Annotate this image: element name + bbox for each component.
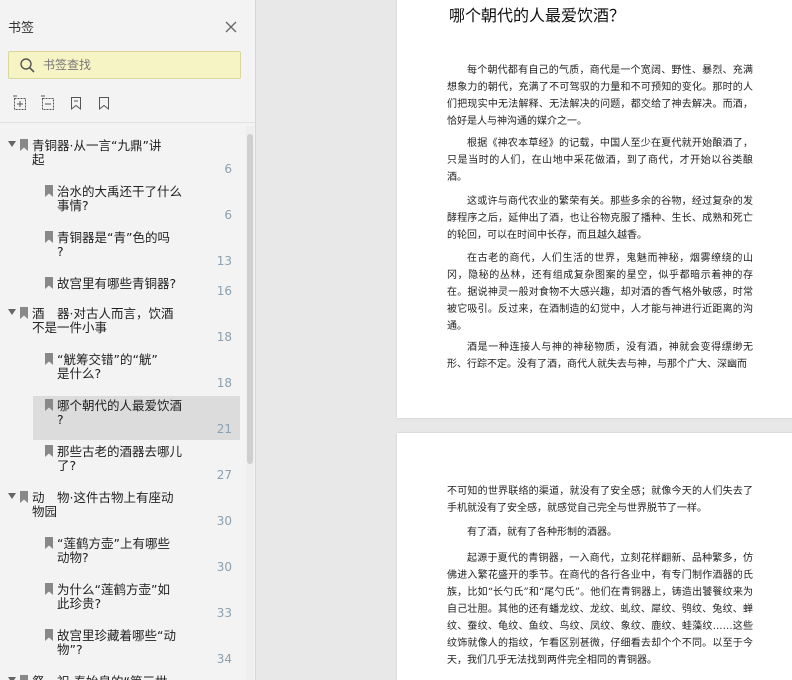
bookmark-item[interactable]: “莲鹤方壶”上有哪些 动物? 30 bbox=[0, 534, 240, 578]
bookmark-item[interactable]: 青铜器是“青”色的吗 ? 13 bbox=[0, 228, 240, 272]
bookmark-item[interactable]: 治水的大禹还干了什么 事情? 6 bbox=[0, 182, 240, 226]
toolbar-divider bbox=[0, 122, 255, 123]
paragraph: 酒是一种连接人与神的神秘物质，没有酒，神就会变得缥缈无形、行踪不定。没有了酒，商… bbox=[447, 342, 753, 370]
paragraph: 有了酒，就有了各种形制的酒器。 bbox=[467, 527, 617, 538]
bookmark-scrollbar[interactable] bbox=[246, 126, 254, 680]
bookmark-item[interactable]: “觥筹交错”的“觥” 是什么? 18 bbox=[0, 350, 240, 394]
bookmark-title: 那些古老的酒器去哪儿 了? bbox=[57, 444, 183, 473]
bookmark-chapter[interactable]: 酒 器·对古人而言，饮酒 不是一件小事 18 bbox=[0, 304, 240, 348]
scrollbar-thumb[interactable] bbox=[247, 134, 253, 464]
bookmark-page-number: 30 bbox=[216, 560, 232, 574]
bookmark-chapter[interactable]: 青铜器·从一言“九鼎”讲 起 6 bbox=[0, 136, 240, 180]
document-viewer[interactable]: 哪个朝代的人最爱饮酒？ 每个朝代都有自己的气质，商代是一个宽阔、野性、暴烈、充满… bbox=[256, 0, 792, 680]
panel-title: 书签 bbox=[8, 21, 35, 36]
bookmark-search-box[interactable] bbox=[8, 51, 241, 79]
bookmark-flag-icon bbox=[45, 353, 53, 365]
bookmark-item[interactable]: 那些古老的酒器去哪儿 了? 27 bbox=[0, 442, 240, 486]
bookmark-page-number: 21 bbox=[216, 422, 232, 436]
bookmark-flag-icon bbox=[20, 307, 28, 319]
bookmark-remove-icon[interactable] bbox=[96, 95, 112, 111]
bookmark-title: 酒 器·对古人而言，饮酒 不是一件小事 bbox=[32, 306, 174, 335]
chapter-heading: 哪个朝代的人最爱饮酒？ bbox=[449, 6, 626, 25]
search-icon bbox=[20, 58, 35, 73]
bookmark-item[interactable]: 故宫里有哪些青铜器? 16 bbox=[0, 274, 240, 302]
expand-arrow-icon[interactable] bbox=[8, 141, 16, 147]
bookmark-title: 为什么“莲鹤方壶”如 此珍贵? bbox=[57, 582, 170, 611]
bookmark-title: 动 物·这件古物上有座动 物园 bbox=[32, 490, 174, 519]
bookmark-flag-icon bbox=[45, 629, 53, 641]
bookmark-flag-icon bbox=[45, 445, 53, 457]
bookmark-page-number: 33 bbox=[216, 606, 232, 620]
bookmark-page-number: 18 bbox=[216, 376, 232, 390]
bookmark-title: “觥筹交错”的“觥” 是什么? bbox=[57, 352, 158, 381]
bookmark-flag-icon bbox=[45, 399, 53, 411]
paragraph: 不可知的世界联络的渠道，就没有了安全感；就像今天的人们失去了手机就没有了安全感，… bbox=[447, 486, 753, 514]
bookmark-flag-icon bbox=[45, 185, 53, 197]
bookmark-flag-icon bbox=[45, 583, 53, 595]
bookmark-title: 故宫里有哪些青铜器? bbox=[57, 276, 177, 291]
bookmark-title: 祭 祀·秦始皇的“第三世 bbox=[32, 675, 167, 680]
paragraph: 起源于夏代的青铜器，一入商代，立刻花样翻新、品种繁多，仿佛进入繁花盛开的季节。在… bbox=[447, 553, 753, 666]
bookmark-list: 青铜器·从一言“九鼎”讲 起 6 治水的大禹还干了什么 事情? 6 青铜器是“青”色的吗… bbox=[0, 126, 248, 680]
expand-arrow-icon[interactable] bbox=[8, 309, 16, 315]
bookmark-page-number: 16 bbox=[216, 284, 232, 298]
bookmark-icon[interactable] bbox=[68, 95, 84, 111]
collapse-all-icon[interactable] bbox=[40, 95, 56, 111]
bookmark-title: 治水的大禹还干了什么 事情? bbox=[57, 184, 183, 213]
bookmark-page-number: 18 bbox=[216, 330, 232, 344]
bookmark-title: 故宫里珍藏着哪些“动 物”? bbox=[57, 628, 176, 657]
expand-arrow-icon[interactable] bbox=[8, 493, 16, 499]
bookmark-page-number: 6 bbox=[224, 162, 232, 176]
bookmark-page-number: 34 bbox=[216, 652, 232, 666]
bookmark-search-input[interactable] bbox=[43, 56, 228, 74]
bookmark-flag-icon bbox=[20, 139, 28, 151]
bookmark-item[interactable]: 哪个朝代的人最爱饮酒 ? 21 bbox=[33, 396, 240, 440]
paragraph: 这或许与商代农业的繁荣有关。那些多余的谷物，经过复杂的发酵程序之后，延伸出了酒，… bbox=[447, 196, 753, 241]
bookmark-title: 青铜器·从一言“九鼎”讲 起 bbox=[32, 138, 162, 167]
add-bookmark-icon[interactable] bbox=[12, 95, 28, 111]
bookmark-chapter[interactable]: 动 物·这件古物上有座动 物园 30 bbox=[0, 488, 240, 532]
bookmark-panel: 书签 青铜器·从一言“九鼎”讲 起 6 治水的大禹还干了什么 事情? 6 青铜器是“青”… bbox=[0, 0, 256, 680]
paragraph: 根据《神农本草经》的记载，中国人至少在夏代就开始酿酒了，只是当时的人们，在山地中… bbox=[447, 138, 753, 183]
bookmark-title: “莲鹤方壶”上有哪些 动物? bbox=[57, 536, 170, 565]
document-page: 哪个朝代的人最爱饮酒？ 每个朝代都有自己的气质，商代是一个宽阔、野性、暴烈、充满… bbox=[397, 0, 792, 418]
bookmark-flag-icon bbox=[20, 491, 28, 503]
document-page: 不可知的世界联络的渠道，就没有了安全感；就像今天的人们失去了手机就没有了安全感，… bbox=[397, 433, 792, 680]
bookmark-flag-icon bbox=[45, 537, 53, 549]
bookmark-item[interactable]: 故宫里珍藏着哪些“动 物”? 34 bbox=[0, 626, 240, 670]
bookmark-chapter[interactable]: 祭 祀·秦始皇的“第三世 bbox=[0, 672, 240, 680]
close-icon[interactable] bbox=[222, 18, 240, 36]
paragraph: 每个朝代都有自己的气质，商代是一个宽阔、野性、暴烈、充满想象力的朝代，充满了不可… bbox=[447, 65, 753, 127]
bookmark-page-number: 27 bbox=[216, 468, 232, 482]
bookmark-flag-icon bbox=[20, 675, 28, 680]
bookmark-page-number: 13 bbox=[216, 254, 232, 268]
bookmark-flag-icon bbox=[45, 277, 53, 289]
bookmark-page-number: 30 bbox=[216, 514, 232, 528]
bookmark-item[interactable]: 为什么“莲鹤方壶”如 此珍贵? 33 bbox=[0, 580, 240, 624]
bookmark-title: 哪个朝代的人最爱饮酒 ? bbox=[57, 398, 183, 427]
bookmark-flag-icon bbox=[45, 231, 53, 243]
bookmark-title: 青铜器是“青”色的吗 ? bbox=[57, 230, 170, 259]
paragraph: 在古老的商代，人们生活的世界，鬼魅而神秘，烟雾缭绕的山冈，隐秘的丛林，还有组成复… bbox=[447, 253, 753, 332]
bookmark-page-number: 6 bbox=[224, 208, 232, 222]
